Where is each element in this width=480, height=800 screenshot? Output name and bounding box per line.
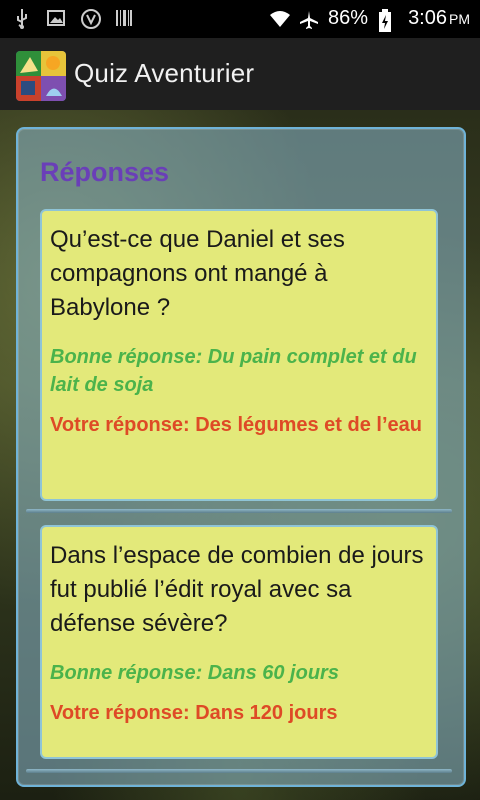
card-divider [26, 769, 452, 773]
answers-panel: Réponses Qu’est-ce que Daniel et ses com… [16, 127, 466, 787]
status-right: 86% 3:06 PM [268, 7, 470, 32]
barcode-icon [114, 8, 134, 28]
your-answer-text: Votre réponse: Des légumes et de l’eau [50, 414, 422, 436]
your-answer-text: Votre réponse: Dans 120 jours [50, 702, 338, 724]
card-divider [26, 509, 452, 513]
image-icon [46, 8, 66, 28]
clock-time: 3:06 [408, 7, 447, 29]
status-left-icons [12, 8, 134, 29]
question-text: Qu’est-ce que Daniel et ses compagnons o… [50, 226, 345, 321]
correct-answer-text: Bonne réponse: Du pain complet et du lai… [50, 346, 417, 396]
panel-title: Réponses [40, 157, 170, 187]
clock: 3:06 PM [408, 7, 470, 30]
battery-icon [378, 8, 398, 32]
clock-ampm: PM [449, 11, 470, 27]
status-bar: 86% 3:06 PM [0, 0, 480, 38]
wifi-icon [268, 9, 291, 29]
quiz-logo-icon[interactable] [16, 51, 66, 101]
correct-answer-text: Bonne réponse: Dans 60 jours [50, 662, 339, 684]
app-bar: Quiz Aventurier [0, 38, 480, 111]
answer-card[interactable]: Dans l’espace de combien de jours fut pu… [40, 525, 438, 759]
battery-percent: 86% [328, 7, 369, 29]
answer-card[interactable]: Qu’est-ce que Daniel et ses compagnons o… [40, 209, 438, 501]
question-text: Dans l’espace de combien de jours fut pu… [50, 542, 424, 637]
usb-icon [12, 8, 32, 29]
vcast-icon [80, 8, 101, 29]
app-title: Quiz Aventurier [74, 58, 255, 88]
airplane-icon [298, 9, 319, 29]
